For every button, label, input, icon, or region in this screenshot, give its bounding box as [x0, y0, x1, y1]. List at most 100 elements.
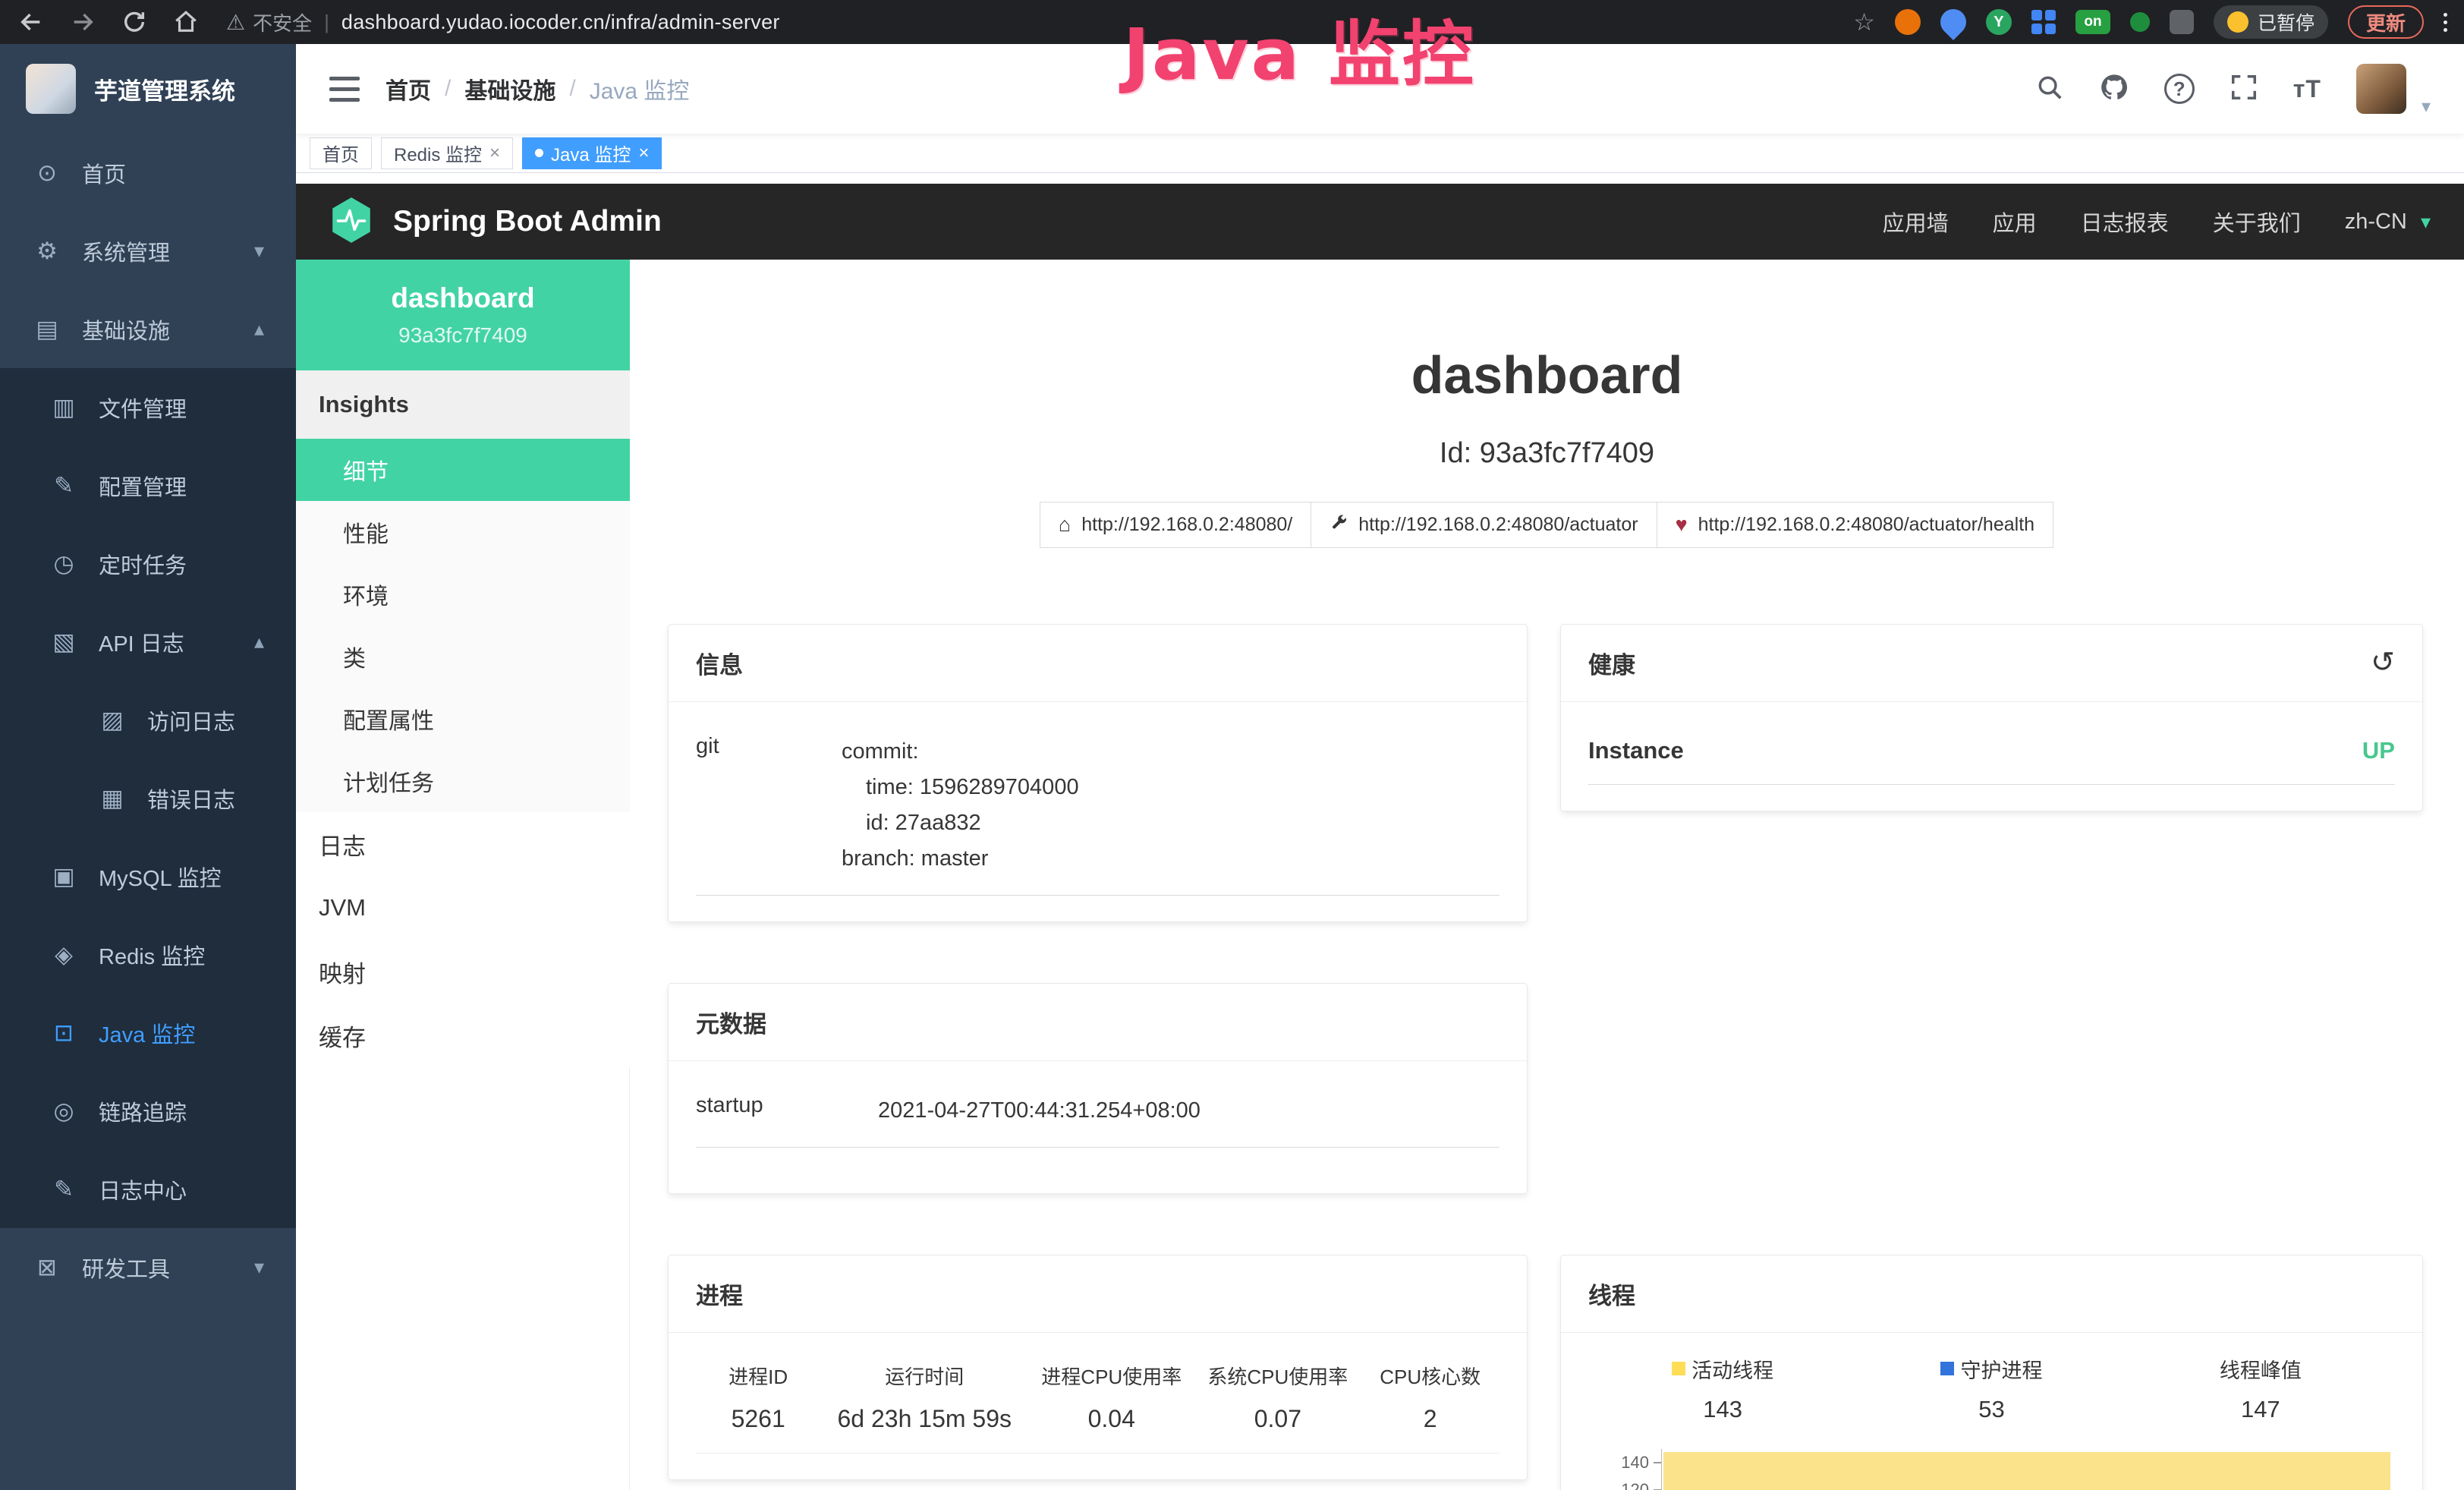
bookmark-star-icon[interactable]: ☆ — [1853, 8, 1875, 36]
process-value: 5261 — [696, 1400, 820, 1454]
sba-item-config-props[interactable]: 配置属性 — [296, 688, 630, 750]
threads-panel-title: 线程 — [1561, 1255, 2422, 1333]
extension-y-icon[interactable]: Y — [1986, 9, 2012, 35]
sidebar-item-dev-tools[interactable]: ⊠ 研发工具 ▾ — [0, 1228, 296, 1306]
link-health[interactable]: ♥ http://192.168.0.2:48080/actuator/heal… — [1657, 502, 2053, 548]
info-line: id: 27aa832 — [842, 805, 1079, 841]
link-actuator[interactable]: http://192.168.0.2:48080/actuator — [1311, 502, 1657, 548]
sidebar-item-java-monitor[interactable]: ⊡ Java 监控 — [0, 994, 296, 1072]
extension-drop-icon[interactable] — [1935, 4, 1972, 40]
tab-java-monitor[interactable]: Java 监控 × — [522, 137, 662, 169]
panel-title-text: 健康 — [1588, 646, 1635, 680]
sba-nav-about[interactable]: 关于我们 — [2213, 206, 2301, 238]
sidebar-item-system-management[interactable]: ⚙ 系统管理 ▾ — [0, 212, 296, 290]
sidebar-item-label: MySQL 监控 — [99, 861, 222, 893]
sba-item-mappings[interactable]: 映射 — [296, 940, 630, 1003]
avatar-caret-icon[interactable]: ▾ — [2422, 96, 2431, 118]
update-button[interactable]: 更新 — [2348, 5, 2424, 39]
info-panel-body: git commit: time: 1596289704000 id: 27aa… — [669, 702, 1527, 921]
y-tick: 120 — [1621, 1480, 1649, 1490]
extension-orange-icon[interactable] — [1895, 9, 1921, 35]
sidebar-item-redis-monitor[interactable]: ◈ Redis 监控 — [0, 915, 296, 994]
sidebar-item-trace[interactable]: ◎ 链路追踪 — [0, 1072, 296, 1150]
chart-plot-area — [1661, 1449, 2395, 1490]
sidebar-item-api-logs[interactable]: ▧ API 日志 ▴ — [0, 603, 296, 681]
browser-home-icon[interactable] — [172, 8, 200, 36]
sba-instance-header[interactable]: dashboard 93a3fc7f7409 — [296, 260, 630, 370]
process-panel-title: 进程 — [669, 1255, 1527, 1333]
legend-blue-swatch — [1940, 1362, 1954, 1375]
search-icon[interactable] — [2035, 73, 2064, 106]
font-size-icon[interactable]: тT — [2293, 75, 2321, 103]
sba-item-details[interactable]: 细节 — [296, 439, 630, 501]
sidebar-item-access-logs[interactable]: ▨ 访问日志 — [0, 681, 296, 759]
security-warning[interactable]: ⚠ 不安全 — [226, 8, 312, 36]
sba-body: dashboard 93a3fc7f7409 Insights 细节 性能 环境… — [296, 260, 2464, 1490]
legend-value: 147 — [2126, 1396, 2395, 1423]
sba-nav-applications[interactable]: 应用 — [1993, 206, 2037, 238]
history-icon[interactable]: ↺ — [2371, 648, 2395, 677]
sba-section-insights: Insights — [296, 370, 630, 439]
process-col-header: CPU核心数 — [1361, 1354, 1499, 1400]
breadcrumb-separator: / — [569, 76, 575, 102]
forward-icon[interactable] — [68, 8, 97, 36]
browser-menu-icon[interactable] — [2444, 13, 2447, 32]
help-icon[interactable]: ? — [2164, 74, 2195, 104]
close-icon[interactable]: × — [489, 143, 500, 164]
sba-nav-journal[interactable]: 日志报表 — [2081, 206, 2169, 238]
sba-nav: 应用墙 应用 日志报表 关于我们 zh-CN ▾ — [1883, 206, 2431, 238]
sidebar-item-log-center[interactable]: ✎ 日志中心 — [0, 1150, 296, 1228]
github-icon[interactable] — [2099, 72, 2129, 106]
sidebar-item-home[interactable]: ⊙ 首页 — [0, 134, 296, 212]
logo-title: 芋道管理系统 — [94, 72, 235, 106]
extension-grid-icon[interactable] — [2031, 10, 2056, 34]
info-panel: 信息 git commit: time: 1596289704000 id: 2 — [668, 624, 1528, 922]
close-icon[interactable]: × — [638, 143, 649, 164]
avatar[interactable] — [2356, 64, 2406, 114]
threads-legend: 活动线程 143 守护进程 53 线程峰值 — [1588, 1354, 2395, 1423]
sidebar-item-scheduled-tasks[interactable]: ◷ 定时任务 — [0, 524, 296, 603]
sba-main: dashboard Id: 93a3fc7f7409 ⌂ http://192.… — [630, 260, 2464, 1490]
sidebar-item-infrastructure[interactable]: ▤ 基础设施 ▴ — [0, 290, 296, 368]
page-title: dashboard — [630, 348, 2464, 402]
health-panel-title: 健康 ↺ — [1561, 625, 2422, 702]
profile-paused-chip[interactable]: 已暂停 — [2214, 5, 2328, 39]
breadcrumb-home[interactable]: 首页 — [385, 72, 431, 106]
sba-item-jvm[interactable]: JVM — [296, 876, 630, 940]
sba-language-select[interactable]: zh-CN ▾ — [2345, 209, 2431, 235]
metadata-key: startup — [696, 1093, 878, 1129]
link-root[interactable]: ⌂ http://192.168.0.2:48080/ — [1040, 502, 1311, 548]
sba-item-classes[interactable]: 类 — [296, 625, 630, 688]
sidebar-item-mysql-monitor[interactable]: ▣ MySQL 监控 — [0, 837, 296, 915]
hamburger-icon[interactable] — [329, 77, 360, 102]
threads-chart: 140 120 100 — [1588, 1449, 2395, 1490]
tab-home[interactable]: 首页 — [310, 137, 372, 169]
config-icon: ✎ — [49, 472, 79, 499]
sba-item-performance[interactable]: 性能 — [296, 501, 630, 563]
metadata-panel-title: 元数据 — [669, 984, 1527, 1061]
extensions-puzzle-icon[interactable] — [2170, 10, 2194, 34]
fullscreen-icon[interactable] — [2230, 73, 2258, 106]
sba-item-logs[interactable]: 日志 — [296, 812, 630, 876]
sba-item-caches[interactable]: 缓存 — [296, 1003, 630, 1067]
sidebar-logo[interactable]: 芋道管理系统 — [0, 44, 296, 134]
health-instance-row[interactable]: Instance UP — [1588, 723, 2395, 785]
sidebar-item-file-management[interactable]: ▥ 文件管理 — [0, 368, 296, 446]
sidebar-item-error-logs[interactable]: ▦ 错误日志 — [0, 759, 296, 837]
refresh-icon[interactable] — [120, 8, 149, 36]
sba-nav-wallboard[interactable]: 应用墙 — [1883, 206, 1949, 238]
extension-on-badge[interactable]: on — [2075, 10, 2110, 34]
sba-item-environment[interactable]: 环境 — [296, 563, 630, 625]
legend-label: 线程峰值 — [2220, 1354, 2302, 1384]
breadcrumb-infrastructure[interactable]: 基础设施 — [464, 72, 555, 106]
sba-item-scheduled-tasks[interactable]: 计划任务 — [296, 750, 630, 812]
extension-leaf-icon[interactable] — [2130, 12, 2150, 32]
tab-redis-monitor[interactable]: Redis 监控 × — [381, 137, 513, 169]
sidebar-item-config-management[interactable]: ✎ 配置管理 — [0, 446, 296, 524]
process-col-header: 系统CPU使用率 — [1194, 1354, 1361, 1400]
address-bar[interactable]: ⚠ 不安全 | dashboard.yudao.iocoder.cn/infra… — [226, 8, 780, 36]
sidebar-item-label: 文件管理 — [99, 392, 187, 424]
sba-brand[interactable]: Spring Boot Admin — [393, 205, 662, 238]
back-icon[interactable] — [17, 8, 46, 36]
legend-daemon: 守护进程 53 — [1857, 1354, 2126, 1423]
